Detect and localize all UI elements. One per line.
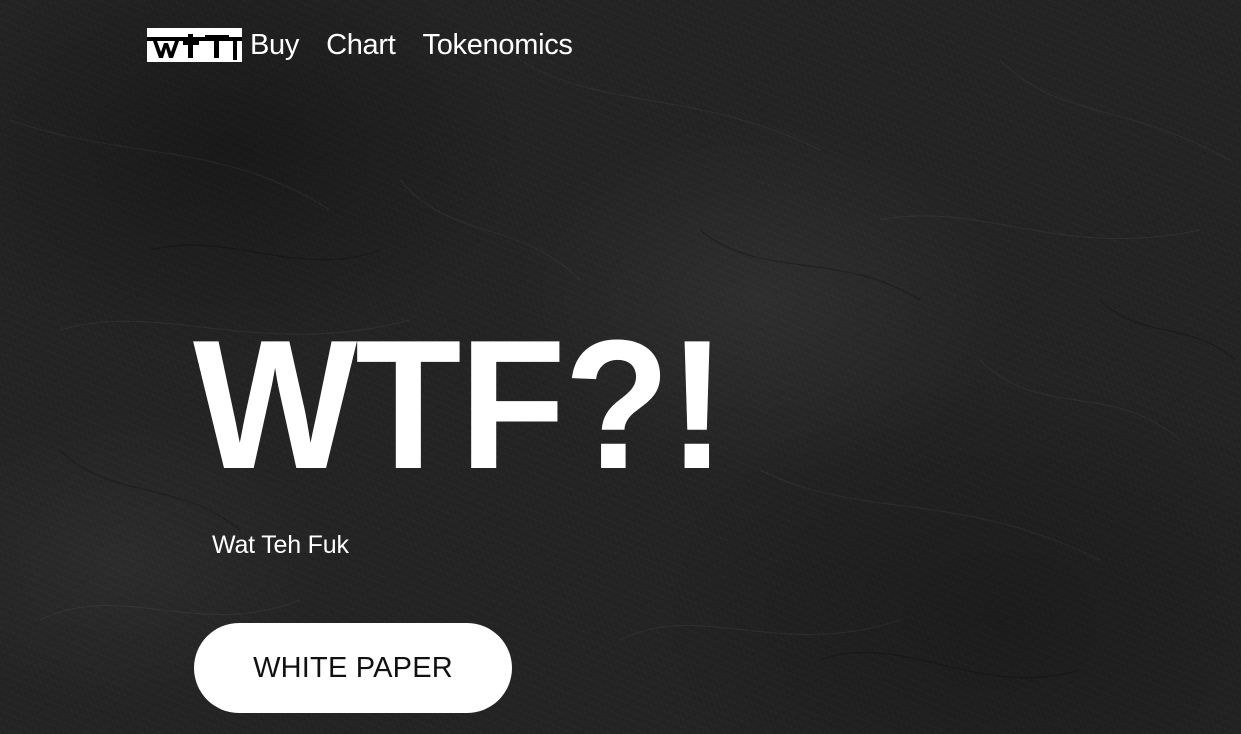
nav-link-chart[interactable]: Chart — [326, 27, 396, 63]
nav-link-tokenomics[interactable]: Tokenomics — [423, 27, 573, 63]
hero-headline: WTF?! — [193, 301, 726, 507]
top-navigation: Buy Chart Tokenomics — [147, 25, 600, 65]
wtf-logo-icon — [147, 28, 242, 62]
nav-link-buy[interactable]: Buy — [250, 27, 299, 63]
hero-tagline: Wat Teh Fuk — [212, 531, 349, 559]
white-paper-button[interactable]: WHITE PAPER — [194, 623, 512, 713]
logo-link[interactable] — [147, 27, 250, 63]
